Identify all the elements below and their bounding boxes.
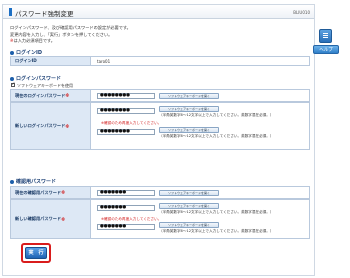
current-confirm-password-input[interactable]: ●●●●●●●	[97, 190, 155, 196]
login-id-label: ログインID	[11, 57, 91, 65]
current-confirm-password-row: 現在の確認用パスワード ※ ●●●●●●● ソフトウェアキーボードを開く	[10, 186, 310, 199]
section-login-password: ログインパスワード	[10, 75, 61, 82]
login-id-value: taro01	[97, 59, 111, 64]
run-button[interactable]: 実 行	[25, 247, 47, 259]
new-confirm-password-confirm-input[interactable]: ●●●●●●●	[97, 224, 155, 230]
open-keyboard-button[interactable]: ソフトウェアキーボードを開く	[159, 106, 219, 112]
help-button[interactable]: ヘルプ	[306, 27, 346, 61]
title-bar: パスワード強制変更 BLIU010	[3, 5, 314, 19]
open-keyboard-button[interactable]: ソフトウェアキーボードを開く	[159, 93, 219, 99]
new-confirm-password-label: 新しい確認用パスワード ※	[11, 200, 91, 238]
new-login-password-input[interactable]: ●●●●●●●●	[97, 108, 155, 114]
current-login-password-label: 現在のログインパスワード ※	[11, 90, 91, 101]
open-keyboard-button[interactable]: ソフトウェアキーボードを開く	[159, 203, 219, 209]
page-title: パスワード強制変更	[15, 10, 74, 18]
new-login-password-confirm-input[interactable]: ●●●●●●●●	[97, 129, 155, 135]
bullet-icon	[10, 76, 14, 81]
open-keyboard-button[interactable]: ソフトウェアキーボードを開く	[159, 127, 219, 133]
password-hint: （半角英数字6〜12文字以上で入力してください。英数字混在必須。）	[159, 210, 274, 214]
section-login-id: ログインID	[10, 49, 42, 56]
password-hint: （半角英数字6〜12文字以上で入力してください。英数字混在必須。）	[159, 113, 274, 117]
help-label: ヘルプ	[313, 45, 339, 54]
new-confirm-password-input[interactable]: ●●●●●●●	[97, 205, 155, 211]
bullet-icon	[10, 50, 14, 55]
current-login-password-row: 現在のログインパスワード ※ ●●●●●●●● ソフトウェアキーボードを開く	[10, 89, 310, 102]
help-book-icon	[319, 29, 332, 43]
open-keyboard-button[interactable]: ソフトウェアキーボードを開く	[159, 222, 219, 228]
new-login-password-label: 新しいログインパスワード ※	[11, 103, 91, 149]
login-id-row: ログインID taro01	[10, 56, 310, 66]
software-keyboard-checkbox[interactable]	[11, 82, 15, 87]
new-login-password-row: 新しいログインパスワード ※ ●●●●●●●● ソフトウェアキーボードを開く （半…	[10, 102, 310, 150]
title-marker	[9, 8, 12, 16]
confirm-note: ※確認のため再度入力してください。	[101, 121, 162, 125]
bullet-icon	[10, 179, 14, 184]
password-hint: （半角英数字6〜12文字以上で入力してください。英数字混在必須。）	[159, 229, 274, 233]
run-button-highlight: 実 行	[21, 243, 51, 263]
intro-text: ログインパスワード、及び確認用パスワードの設定が必要です。 変更内容を入力し、「…	[10, 25, 300, 45]
current-confirm-password-label: 現在の確認用パスワード ※	[11, 187, 91, 198]
password-hint: （半角英数字6〜12文字以上で入力してください。英数字混在必須。）	[159, 134, 274, 138]
current-login-password-input[interactable]: ●●●●●●●●	[97, 93, 155, 99]
screen-id: BLIU010	[293, 10, 310, 15]
new-confirm-password-row: 新しい確認用パスワード ※ ●●●●●●● ソフトウェアキーボードを開く （半角英…	[10, 199, 310, 239]
confirm-note: ※確認のため再度入力してください。	[101, 217, 162, 221]
open-keyboard-button[interactable]: ソフトウェアキーボードを開く	[159, 190, 219, 196]
section-confirm-password: 確認用パスワード	[10, 178, 56, 185]
intro-line-3: ※は入力必須項目です。	[10, 38, 55, 43]
main-panel: パスワード強制変更 BLIU010 ログインパスワード、及び確認用パスワードの設…	[2, 4, 315, 276]
